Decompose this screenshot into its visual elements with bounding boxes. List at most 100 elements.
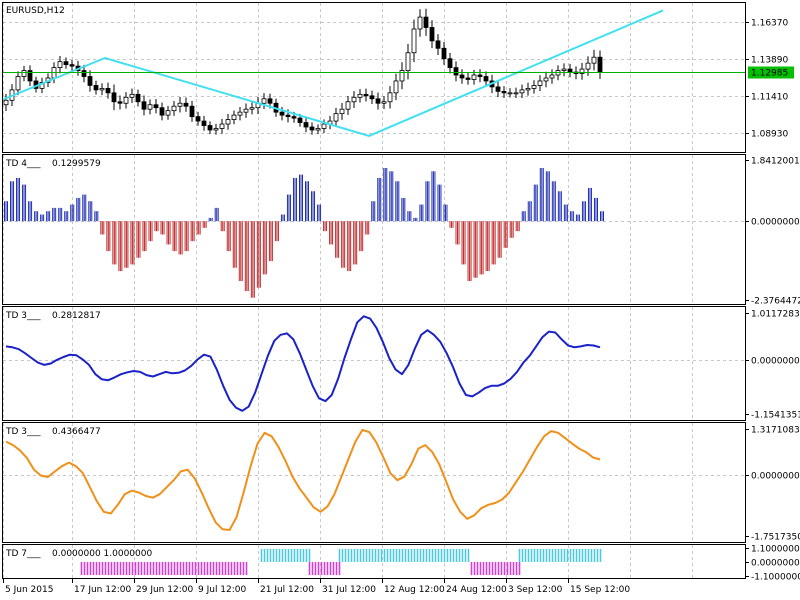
- td7-label: TD 7___: [5, 549, 41, 559]
- candle-body: [591, 56, 597, 64]
- candle-body: [339, 108, 345, 115]
- candle-body: [531, 85, 537, 89]
- candle-body: [21, 70, 27, 77]
- candle-body: [333, 113, 339, 122]
- candle-body: [261, 98, 267, 104]
- candle-body: [195, 116, 201, 122]
- candle-body: [351, 96, 357, 103]
- candle-body: [453, 67, 459, 76]
- xtick-label: 3 Sep 12:00: [508, 585, 563, 595]
- ytick-label: -1.1000000: [751, 573, 800, 583]
- candle-body: [315, 128, 321, 131]
- candle-body: [357, 93, 363, 98]
- candle-body: [57, 61, 63, 69]
- candle-body: [537, 80, 543, 86]
- td3-orange-label: TD 3___: [5, 427, 41, 437]
- ytick-label: 0.0000000: [751, 218, 800, 228]
- candle-body: [381, 101, 387, 104]
- candle-body: [561, 68, 567, 71]
- candle-body: [213, 128, 219, 131]
- candle-body: [567, 68, 573, 73]
- candle-body: [543, 77, 549, 82]
- candle-body: [411, 28, 417, 54]
- candle-body: [111, 92, 117, 103]
- candle-body: [471, 74, 477, 80]
- ytick-label: 0.0000000: [751, 559, 800, 569]
- candle-body: [447, 58, 453, 69]
- ytick-label: 1.1000000: [751, 545, 800, 555]
- candle-body: [171, 105, 177, 112]
- xtick-label: 9 Jul 12:00: [198, 585, 247, 595]
- candle-body: [393, 80, 399, 94]
- candle-body: [165, 110, 171, 116]
- candle-body: [441, 47, 447, 60]
- td7-value: 0.0000000 1.0000000: [52, 549, 152, 559]
- symbol-label: EURUSD,H12: [6, 6, 65, 16]
- candle-body: [3, 99, 9, 106]
- candle-body: [507, 92, 513, 95]
- td3-orange-value: 0.4366477: [52, 427, 101, 437]
- candle-body: [363, 93, 369, 97]
- td3-blue-value: 0.2812817: [52, 311, 101, 321]
- ytick-label: -2.3764472: [751, 297, 800, 307]
- ytick-label: 1.11410: [751, 93, 788, 103]
- ytick-label: 1.08930: [751, 130, 788, 140]
- candle-body: [525, 87, 531, 91]
- candle-body: [147, 104, 153, 110]
- candle-body: [465, 77, 471, 80]
- candle-body: [99, 87, 105, 91]
- xtick-label: 31 Jul 12:00: [322, 585, 376, 595]
- candle-body: [117, 101, 123, 104]
- candle-body: [291, 116, 297, 119]
- candle-body: [417, 16, 423, 30]
- xtick-label: 24 Aug 12:00: [446, 585, 507, 595]
- ytick-label: 1.13890: [751, 56, 788, 66]
- xtick-label: 17 Jun 12:00: [74, 585, 131, 595]
- candle-body: [429, 27, 435, 42]
- candle-body: [597, 56, 603, 73]
- ytick-label: 1.0117283: [751, 310, 800, 320]
- candle-body: [477, 74, 483, 77]
- xtick-label: 29 Jun 12:00: [136, 585, 193, 595]
- candle-body: [297, 117, 303, 123]
- candle-body: [105, 87, 111, 94]
- candle-body: [15, 76, 21, 91]
- canvas-background: [0, 0, 800, 600]
- candle-body: [123, 96, 129, 104]
- candle-body: [249, 107, 255, 110]
- candle-body: [375, 98, 381, 104]
- candle-body: [207, 125, 213, 131]
- candle-body: [231, 114, 237, 120]
- candle-body: [135, 93, 141, 103]
- candle-body: [585, 62, 591, 70]
- candle-body: [189, 105, 195, 118]
- candle-body: [483, 76, 489, 82]
- xtick-label: 5 Jun 2015: [5, 585, 53, 595]
- candle-body: [279, 111, 285, 116]
- candle-body: [495, 86, 501, 92]
- candle-body: [201, 120, 207, 126]
- candle-body: [405, 52, 411, 71]
- candle-body: [225, 119, 231, 125]
- candle-body: [303, 122, 309, 128]
- xtick-label: 21 Jul 12:00: [260, 585, 314, 595]
- candle-body: [423, 16, 429, 28]
- td4-value: 0.1299579: [52, 159, 101, 169]
- candle-body: [285, 114, 291, 118]
- ytick-label: 1.3171083: [751, 426, 800, 436]
- candle-body: [345, 101, 351, 110]
- candle-body: [387, 92, 393, 103]
- xtick-label: 15 Sep 12:00: [570, 585, 630, 595]
- candle-body: [243, 108, 249, 113]
- ytick-label: -1.7517350: [751, 533, 800, 543]
- candle-body: [219, 123, 225, 129]
- candle-body: [69, 64, 75, 67]
- chart-canvas: 1.16370 1.13890 1.11410 1.08930 1.8412001 0.0…: [0, 0, 800, 600]
- ytick-label: 0.0000000: [751, 357, 800, 367]
- candle-body: [549, 74, 555, 79]
- xtick-label: 12 Aug 12:00: [384, 585, 445, 595]
- td4-label: TD 4___: [5, 159, 41, 169]
- candle-body: [435, 40, 441, 49]
- candle-body: [459, 74, 465, 79]
- ytick-label: -1.1541351: [751, 411, 800, 421]
